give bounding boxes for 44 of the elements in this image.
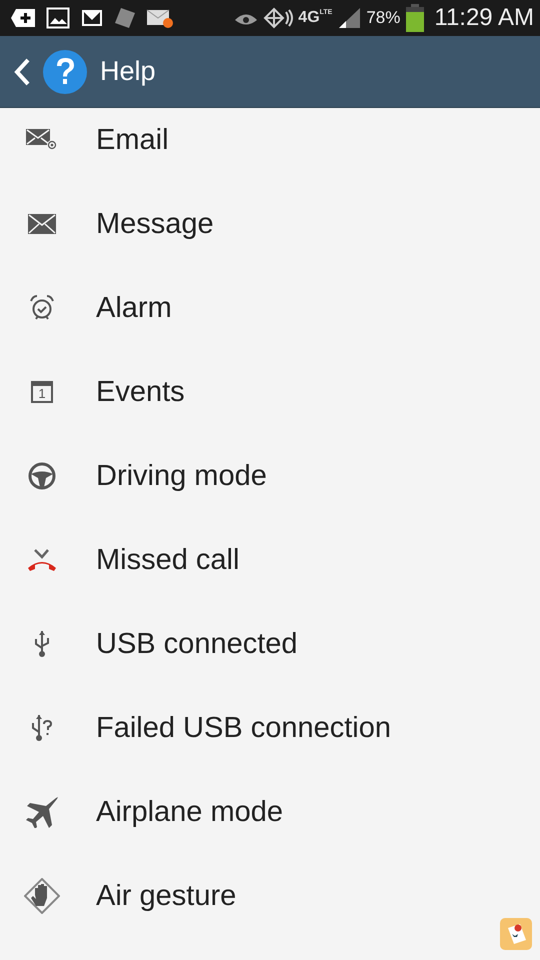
help-topic-item[interactable]: 1 Events [0, 350, 540, 434]
network-type: 4G [298, 9, 320, 27]
help-topic-item[interactable]: Missed call [0, 518, 540, 602]
clock: 11:29 AM [434, 4, 534, 32]
usb-icon [33, 630, 51, 658]
memo-app-icon[interactable] [500, 918, 532, 950]
item-label: Alarm [96, 292, 172, 324]
mail-icon [80, 8, 104, 28]
hand-gesture-icon [24, 878, 60, 914]
item-label: Email [96, 124, 169, 156]
item-label: Failed USB connection [96, 712, 391, 744]
battery-icon [405, 4, 426, 32]
help-topic-item[interactable]: Driving mode [0, 434, 540, 518]
help-topic-item[interactable]: USB connected [0, 602, 540, 686]
screen-title: Help [100, 56, 156, 87]
item-label: USB connected [96, 628, 298, 660]
battery-percent: 78% [366, 8, 400, 28]
usb-question-icon [31, 714, 53, 742]
back-icon[interactable] [14, 58, 30, 86]
help-topic-item[interactable]: Message [0, 182, 540, 266]
item-label: Missed call [96, 544, 240, 576]
help-icon [42, 48, 88, 94]
signal-icon [337, 7, 362, 29]
help-topic-item[interactable]: Airplane mode [0, 770, 540, 854]
airplane-icon [24, 796, 60, 828]
help-topic-item[interactable]: Failed USB connection [0, 686, 540, 770]
help-topic-item[interactable]: Email [0, 108, 540, 182]
item-label: Message [96, 208, 214, 240]
missed-call-icon [27, 548, 57, 572]
help-topic-item[interactable]: Alarm [0, 266, 540, 350]
item-label: Driving mode [96, 460, 267, 492]
steering-wheel-icon [28, 462, 56, 490]
item-label: Airplane mode [96, 796, 283, 828]
calendar-icon: 1 [31, 381, 53, 403]
envelope-sync-icon [146, 7, 174, 29]
envelope-icon [28, 214, 56, 234]
help-topic-item[interactable]: Air gesture [0, 854, 540, 938]
alarm-clock-icon [30, 295, 54, 321]
image-icon [46, 7, 70, 29]
plus-notification-icon [10, 8, 36, 28]
item-label: Air gesture [96, 880, 236, 912]
email-icon [26, 129, 58, 151]
nfc-icon [263, 7, 294, 29]
item-label: Events [96, 376, 185, 408]
